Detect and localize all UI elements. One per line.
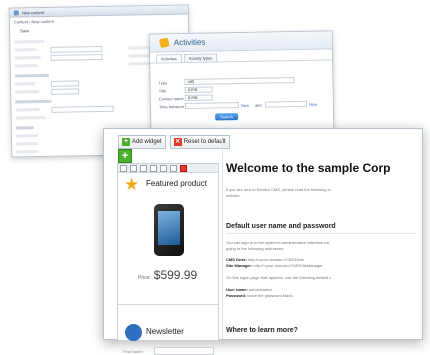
default-credentials-heading: Default user name and password: [226, 223, 336, 230]
content-window-title: New content: [21, 9, 45, 15]
activities-icon: [158, 37, 170, 49]
drag-handle-icon[interactable]: [120, 164, 127, 172]
title-operator-value: (LIKE: [187, 86, 198, 92]
form-label: [128, 46, 151, 50]
title-operator-select[interactable]: (LIKE: [184, 86, 213, 93]
price-row: Price: $599.99: [138, 268, 197, 282]
learn-more-heading: Where to learn more?: [226, 327, 298, 334]
form-input[interactable]: [51, 88, 80, 95]
form-label: [15, 90, 40, 94]
type-select-value: (all): [187, 78, 195, 84]
newsletter-heading: Newsletter: [146, 327, 184, 336]
form-label: [15, 115, 46, 120]
site-manager-label: Site Manager:: [226, 263, 253, 268]
form-label: [14, 39, 45, 44]
username-label: User name:: [226, 287, 248, 292]
product-price: $599.99: [153, 268, 198, 282]
password-label: Password:: [226, 293, 247, 298]
section-heading: [14, 73, 49, 78]
product-image[interactable]: [154, 204, 184, 256]
type-label: Type: [158, 80, 168, 86]
move-down-icon[interactable]: [140, 164, 147, 172]
site-manager-url: http://<your domain>/CMSSiteManager: [253, 263, 323, 268]
title-label: Title: [158, 88, 167, 94]
reset-default-button[interactable]: ✕ Reset to default: [169, 135, 230, 149]
maximize-icon[interactable]: [160, 164, 167, 172]
contact-operator-value: (LIKE: [187, 94, 198, 100]
now-link-from[interactable]: Now: [241, 103, 249, 108]
add-widget-label: Add widget: [132, 139, 162, 145]
widget-toolbar: + Add widget ✕ Reset to default: [118, 135, 230, 149]
form-input[interactable]: [50, 80, 80, 87]
first-name-label: First Name:: [123, 349, 144, 354]
breadcrumb[interactable]: Content › New content: [14, 19, 54, 25]
username-line: User name: administrator: [226, 287, 272, 292]
time-from-input[interactable]: [184, 102, 239, 109]
cms-desk-url: http://<your domain>/CMSDesk: [248, 257, 304, 262]
first-name-input[interactable]: [154, 347, 214, 355]
close-icon: ✕: [173, 138, 182, 146]
featured-product-heading: Featured product: [146, 179, 207, 188]
form-label: [15, 108, 40, 112]
form-label: [15, 134, 38, 138]
plus-icon: +: [122, 138, 130, 146]
cms-desk-line: CMS Desk: http://<your domain>/CMSDesk: [226, 257, 304, 262]
welcome-heading: Welcome to the sample Corp: [226, 161, 391, 175]
time-and-label: and: [254, 102, 262, 108]
tab-activity-types[interactable]: Activity types: [183, 53, 218, 63]
time-between-label: Time between: [158, 104, 184, 110]
page-content: Welcome to the sample Corp If you are ne…: [222, 137, 423, 339]
form-input[interactable]: [51, 105, 114, 113]
move-up-icon[interactable]: [130, 164, 137, 172]
newsletter-icon: [125, 324, 142, 341]
phone-screen: [158, 211, 180, 245]
type-select[interactable]: (all): [184, 77, 295, 85]
logon-text: On this logon page that appears, use the…: [226, 275, 332, 280]
form-label: [14, 48, 37, 52]
cms-desk-label: CMS Desk:: [226, 257, 247, 262]
star-icon: ★: [124, 175, 140, 194]
signin-text-2: going to the following addresses:: [226, 246, 285, 251]
edit-icon[interactable]: [170, 164, 177, 172]
contact-name-label: Contact name: [158, 96, 184, 102]
form-label: [14, 56, 41, 60]
content-window-titlebar: New content: [9, 5, 188, 18]
site-manager-line: Site Manager: http://<your domain>/CMSSi…: [226, 263, 323, 268]
form-input[interactable]: [50, 53, 103, 61]
tab-activities[interactable]: Activities: [156, 54, 182, 63]
intro-text: If you are new to Kentico CMS, please re…: [226, 187, 331, 192]
price-label: Price:: [138, 275, 151, 281]
form-label: [16, 150, 39, 154]
page-icon: [13, 9, 19, 15]
search-button[interactable]: Search: [215, 113, 238, 121]
password-value: leave the password blank.: [247, 293, 294, 298]
settings-icon[interactable]: [150, 164, 157, 172]
reset-default-label: Reset to default: [183, 139, 226, 145]
add-widget-button[interactable]: + Add widget: [118, 135, 166, 149]
page-editor-window: + Add widget ✕ Reset to default + ★ Feat…: [103, 128, 423, 355]
form-input[interactable]: [50, 45, 103, 53]
form-label: [14, 64, 37, 68]
divider: [118, 304, 218, 305]
time-to-input[interactable]: [264, 100, 307, 108]
activities-tabs: Activities Activity types: [150, 49, 333, 64]
widget-zone: ★ Featured product Price: $599.99 Newsle…: [117, 163, 219, 355]
signin-text: You can sign in to the system's administ…: [226, 240, 330, 245]
form-label: [16, 142, 39, 146]
contact-operator-select[interactable]: (LIKE: [184, 94, 213, 101]
save-button[interactable]: Save: [20, 28, 29, 33]
password-line: Password: leave the password blank.: [226, 293, 294, 298]
add-zone-widget-button[interactable]: +: [118, 149, 132, 163]
username-value: administrator: [248, 287, 273, 292]
widget-header-bar: [118, 164, 218, 173]
now-link-to[interactable]: Now: [309, 102, 317, 107]
divider: [226, 233, 416, 234]
form-label: [15, 82, 36, 86]
delete-widget-icon[interactable]: [180, 164, 187, 172]
section-heading: [15, 126, 34, 130]
intro-text-2: website.: [226, 193, 241, 198]
section-heading: [15, 99, 52, 104]
activities-title: Activities: [173, 37, 206, 48]
